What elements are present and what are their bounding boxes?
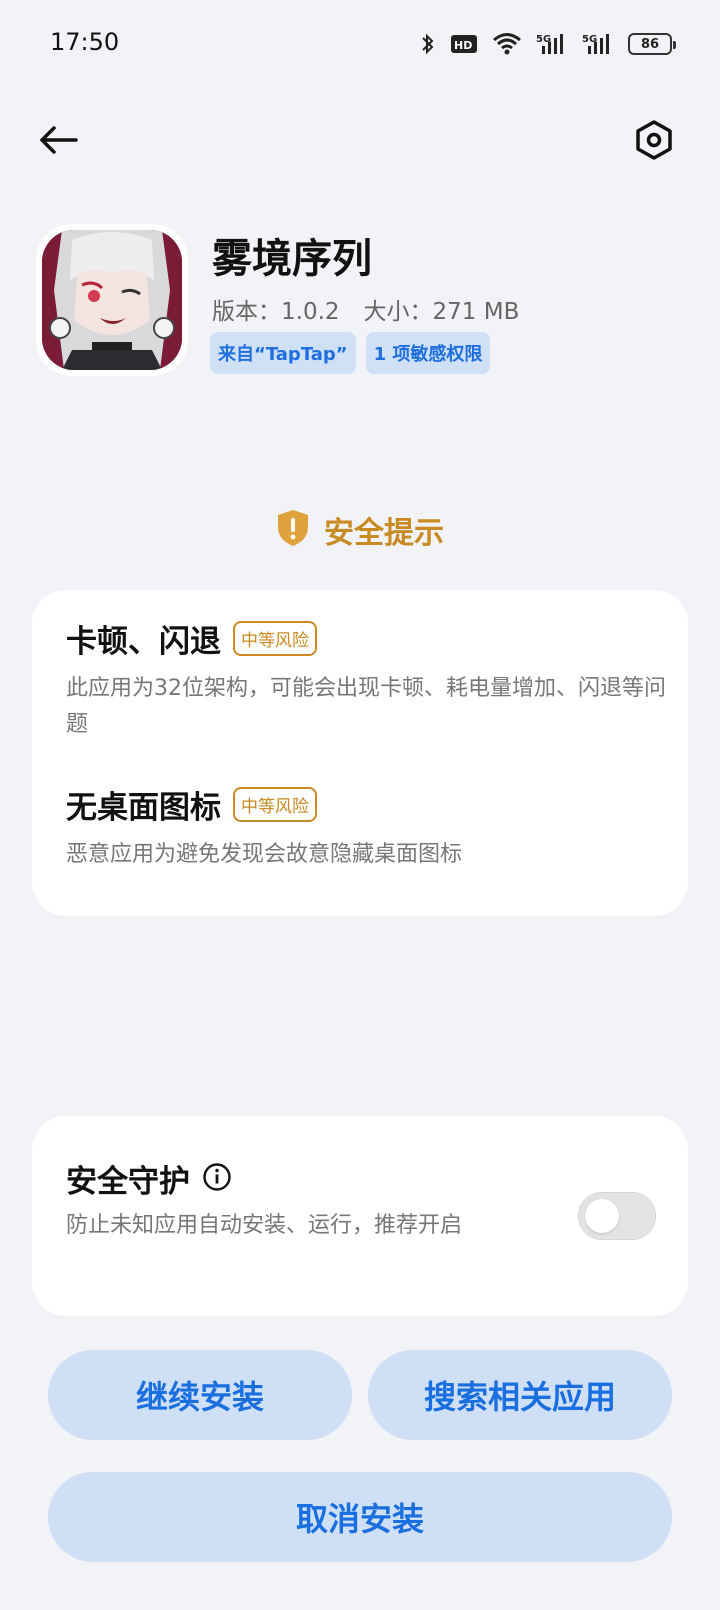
5g-signal-icon: 5G (582, 32, 614, 56)
back-arrow-icon[interactable] (34, 116, 82, 164)
risk-title: 无桌面图标 (66, 790, 221, 826)
status-icons: HD 5G 5G 86 (420, 30, 676, 58)
status-bar: 17:50 HD 5G 5G 86 (0, 0, 720, 86)
app-icon-artwork (42, 230, 182, 370)
protect-title: 安全守护 (66, 1164, 190, 1200)
bluetooth-icon (420, 32, 436, 56)
risk-item: 卡顿、闪退 中等风险 此应用为32位架构，可能会出现卡顿、耗电量增加、闪退等问题 (66, 616, 666, 743)
risk-badge: 中等风险 (233, 621, 317, 656)
tag-row: 来自“TapTap” 1 项敏感权限 (210, 332, 491, 374)
permission-tag[interactable]: 1 项敏感权限 (365, 332, 491, 374)
info-icon[interactable] (202, 1162, 232, 1196)
app-meta: 版本：1.0.2 大小：271 MB (212, 292, 519, 326)
risk-head: 无桌面图标 中等风险 (66, 782, 666, 827)
settings-hexagon-icon[interactable] (630, 116, 678, 164)
security-title-text: 安全提示 (324, 516, 444, 551)
risk-card: 卡顿、闪退 中等风险 此应用为32位架构，可能会出现卡顿、耗电量增加、闪退等问题… (32, 590, 688, 916)
top-nav (0, 110, 720, 170)
protect-desc: 防止未知应用自动安装、运行，推荐开启 (66, 1213, 463, 1238)
app-icon (36, 224, 188, 376)
wifi-icon (492, 32, 522, 56)
shield-warning-icon (276, 509, 310, 551)
5g-signal-icon: 5G (536, 32, 568, 56)
app-header: 雾境序列 版本：1.0.2 大小：271 MB 来自“TapTap” 1 项敏感权… (36, 224, 686, 384)
continue-install-button[interactable]: 继续安装 (48, 1350, 352, 1440)
protect-card: 安全守护 防止未知应用自动安装、运行，推荐开启 (32, 1116, 688, 1316)
search-related-apps-button[interactable]: 搜索相关应用 (368, 1350, 672, 1440)
risk-desc: 此应用为32位架构，可能会出现卡顿、耗电量增加、闪退等问题 (66, 676, 666, 737)
toggle-knob (585, 1199, 619, 1233)
battery-icon: 86 (628, 33, 676, 55)
risk-badge: 中等风险 (233, 787, 317, 822)
status-time: 17:50 (50, 28, 120, 56)
protect-toggle[interactable] (578, 1192, 656, 1240)
app-name: 雾境序列 (212, 236, 372, 282)
app-size: 大小：271 MB (363, 299, 520, 325)
security-title: 安全提示 (0, 508, 720, 552)
app-version: 版本：1.0.2 (212, 299, 340, 325)
risk-desc: 恶意应用为避免发现会故意隐藏桌面图标 (66, 842, 463, 867)
protect-head: 安全守护 (66, 1156, 232, 1201)
risk-item: 无桌面图标 中等风险 恶意应用为避免发现会故意隐藏桌面图标 (66, 782, 666, 873)
risk-title: 卡顿、闪退 (66, 624, 221, 660)
risk-head: 卡顿、闪退 中等风险 (66, 616, 666, 661)
source-tag[interactable]: 来自“TapTap” (210, 332, 356, 374)
hd-icon: HD (450, 33, 478, 55)
svg-text:HD: HD (454, 39, 472, 52)
cancel-install-button[interactable]: 取消安装 (48, 1472, 672, 1562)
